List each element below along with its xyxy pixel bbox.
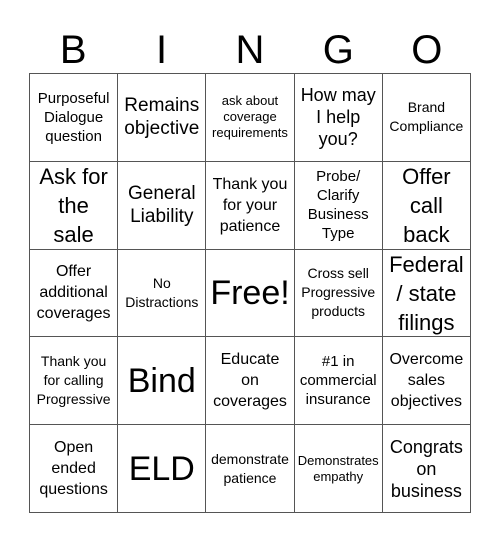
bingo-card-page: B I N G O Purposeful Dialogue question R… <box>0 0 500 544</box>
bingo-cell[interactable]: General Liability <box>118 161 207 250</box>
free-space[interactable]: Free! <box>206 249 295 338</box>
bingo-cell[interactable]: Congrats on business <box>382 425 471 513</box>
bingo-cell[interactable]: Federal / state filings <box>382 249 471 338</box>
bingo-cell[interactable]: Offer call back <box>382 161 471 250</box>
bingo-cell[interactable]: Bind <box>118 337 207 426</box>
cell-text: Congrats on business <box>389 436 463 501</box>
cell-text: Thank you for your patience <box>212 175 288 235</box>
bingo-cell[interactable]: ELD <box>118 425 207 513</box>
bingo-cell[interactable]: Ask for the sale <box>30 161 119 250</box>
bingo-cell[interactable]: No Distractions <box>118 249 207 338</box>
cell-text: Free! <box>210 273 290 312</box>
bingo-cell[interactable]: Offer additional coverages <box>30 249 119 338</box>
cell-text: No Distractions <box>125 274 199 310</box>
cell-text: Probe/ Clarify Business Type <box>307 168 369 243</box>
cell-text: Overcome sales objectives <box>389 351 464 411</box>
cell-text: Open ended questions <box>39 439 108 499</box>
bingo-cell[interactable]: Remains objective <box>118 74 207 162</box>
bingo-cell[interactable]: Probe/ Clarify Business Type <box>294 161 383 250</box>
bingo-cell[interactable]: Overcome sales objectives <box>382 337 471 426</box>
cell-text: Offer call back <box>402 163 451 247</box>
bingo-cell[interactable]: Open ended questions <box>30 425 119 513</box>
cell-text: Brand Compliance <box>389 99 464 135</box>
header-letter-b: B <box>59 28 87 72</box>
bingo-cell[interactable]: Thank you for your patience <box>206 161 295 250</box>
cell-text: Thank you for calling Progressive <box>36 353 111 408</box>
cell-text: Demonstrates empathy <box>297 452 379 484</box>
bingo-cell[interactable]: Purposeful Dialogue question <box>30 74 119 162</box>
cell-text: ask about coverage requirements <box>212 93 288 141</box>
header-letter-g: G <box>322 28 354 72</box>
cell-text: Cross sell Progressive products <box>301 265 376 320</box>
cell-text: How may I help you? <box>300 85 376 150</box>
cell-text: Offer additional coverages <box>36 263 111 323</box>
bingo-header: B I N G O <box>29 26 471 74</box>
bingo-cell[interactable]: ask about coverage requirements <box>206 74 295 162</box>
cell-text: General Liability <box>127 183 196 228</box>
cell-text: #1 in commercial insurance <box>299 353 377 409</box>
cell-text: Ask for the sale <box>39 163 108 247</box>
cell-text: Bind <box>127 361 196 400</box>
header-letter-n: N <box>235 28 265 72</box>
bingo-cell[interactable]: Brand Compliance <box>382 74 471 162</box>
bingo-cell[interactable]: Cross sell Progressive products <box>294 249 383 338</box>
bingo-cell[interactable]: Thank you for calling Progressive <box>30 337 119 426</box>
header-letter-i: I <box>156 28 168 72</box>
cell-text: demonstrate patience <box>211 450 289 486</box>
bingo-cell[interactable]: demonstrate patience <box>206 425 295 513</box>
bingo-cell[interactable]: Demonstrates empathy <box>294 425 383 513</box>
cell-text: ELD <box>128 449 195 488</box>
header-letter-o: O <box>411 28 443 72</box>
bingo-cell[interactable]: #1 in commercial insurance <box>294 337 383 426</box>
cell-text: Federal / state filings <box>389 251 464 335</box>
cell-text: Purposeful Dialogue question <box>37 89 110 145</box>
bingo-grid: Purposeful Dialogue question Remains obj… <box>29 73 471 513</box>
bingo-cell[interactable]: How may I help you? <box>294 74 383 162</box>
cell-text: Remains objective <box>124 95 200 140</box>
cell-text: Educate on coverages <box>213 351 287 411</box>
bingo-cell[interactable]: Educate on coverages <box>206 337 295 426</box>
